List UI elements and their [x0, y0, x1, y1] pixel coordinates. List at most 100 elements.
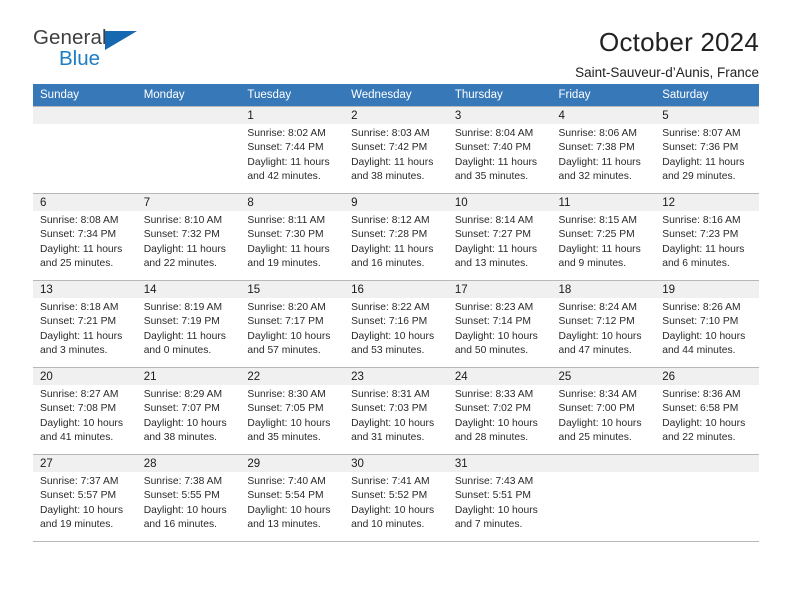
daylight-text: Daylight: 10 hours: [143, 417, 227, 429]
calendar-day-cell[interactable]: 12 Sunrise: 8:16 AM Sunset: 7:23 PM Dayligh…: [655, 193, 759, 281]
day-details: Sunrise: 8:08 AM Sunset: 7:34 PM Daylight:…: [33, 211, 137, 272]
sunrise-text: Sunrise: 8:04 AM: [454, 128, 534, 139]
calendar-day-cell[interactable]: 23 Sunrise: 8:31 AM Sunset: 7:03 PM Dayligh…: [344, 367, 448, 455]
calendar-day-cell[interactable]: 21 Sunrise: 8:29 AM Sunset: 7:07 PM Dayligh…: [136, 367, 241, 455]
calendar-day-cell[interactable]: 26 Sunrise: 8:36 AM Sunset: 6:58 PM Dayligh…: [655, 367, 759, 455]
sunrise-text: Sunrise: 8:10 AM: [143, 215, 223, 226]
calendar-day-cell[interactable]: 17 Sunrise: 8:23 AM Sunset: 7:14 PM Dayligh…: [447, 280, 552, 368]
day-number: 29: [240, 455, 345, 472]
calendar-day-cell[interactable]: 31 Sunrise: 7:43 AM Sunset: 5:51 PM Dayligh…: [447, 454, 552, 542]
daylight-text: Daylight: 10 hours: [143, 504, 227, 516]
sunrise-text: Sunrise: 8:08 AM: [40, 215, 119, 226]
day-details: Sunrise: 8:34 AM Sunset: 7:00 PM Daylight:…: [552, 385, 656, 446]
sunrise-text: Sunrise: 7:38 AM: [143, 476, 223, 487]
daylight-text: and 9 minutes.: [558, 258, 627, 270]
day-number: 3: [447, 107, 552, 124]
sunrise-text: Sunrise: 8:23 AM: [454, 302, 534, 313]
sunset-text: Sunset: 5:55 PM: [143, 490, 220, 502]
day-details: Sunrise: 7:40 AM Sunset: 5:54 PM Daylight:…: [240, 472, 344, 533]
sunset-text: Sunset: 7:10 PM: [662, 316, 739, 328]
day-cell-inner: 10 Sunrise: 8:14 AM Sunset: 7:27 PM Dayligh…: [447, 194, 552, 280]
day-cell-inner: 3 Sunrise: 8:04 AM Sunset: 7:40 PM Daylight…: [447, 107, 552, 193]
calendar-day-cell[interactable]: 1 Sunrise: 8:02 AM Sunset: 7:44 PM Daylight…: [240, 106, 345, 194]
calendar-day-cell[interactable]: 18 Sunrise: 8:24 AM Sunset: 7:12 PM Dayligh…: [551, 280, 656, 368]
daylight-text: and 25 minutes.: [40, 258, 114, 270]
day-cell-inner: 1 Sunrise: 8:02 AM Sunset: 7:44 PM Daylight…: [240, 107, 345, 193]
daylight-text: Daylight: 10 hours: [454, 504, 538, 516]
daylight-text: and 22 minutes.: [662, 432, 736, 444]
sunset-text: Sunset: 7:05 PM: [247, 403, 324, 415]
calendar-day-cell[interactable]: 3 Sunrise: 8:04 AM Sunset: 7:40 PM Daylight…: [447, 106, 552, 194]
calendar-day-cell[interactable]: 10 Sunrise: 8:14 AM Sunset: 7:27 PM Dayligh…: [447, 193, 552, 281]
daylight-text: and 57 minutes.: [247, 345, 321, 357]
calendar-day-cell[interactable]: 14 Sunrise: 8:19 AM Sunset: 7:19 PM Dayligh…: [136, 280, 241, 368]
day-cell-inner: 13 Sunrise: 8:18 AM Sunset: 7:21 PM Dayligh…: [33, 281, 137, 367]
sunset-text: Sunset: 7:25 PM: [558, 229, 635, 241]
calendar-day-cell[interactable]: 2 Sunrise: 8:03 AM Sunset: 7:42 PM Daylight…: [344, 106, 448, 194]
sunrise-text: Sunrise: 8:18 AM: [40, 302, 119, 313]
calendar-day-cell[interactable]: 7 Sunrise: 8:10 AM Sunset: 7:32 PM Daylight…: [136, 193, 241, 281]
day-cell-inner: 24 Sunrise: 8:33 AM Sunset: 7:02 PM Dayligh…: [447, 368, 552, 454]
day-cell-inner: 28 Sunrise: 7:38 AM Sunset: 5:55 PM Dayligh…: [136, 455, 241, 541]
sunset-text: Sunset: 7:36 PM: [662, 142, 739, 154]
day-details: Sunrise: 8:31 AM Sunset: 7:03 PM Daylight:…: [344, 385, 448, 446]
calendar-day-cell[interactable]: 13 Sunrise: 8:18 AM Sunset: 7:21 PM Dayligh…: [33, 280, 137, 368]
daylight-text: Daylight: 11 hours: [454, 243, 538, 255]
calendar-day-cell[interactable]: 22 Sunrise: 8:30 AM Sunset: 7:05 PM Dayligh…: [240, 367, 345, 455]
daylight-text: and 50 minutes.: [454, 345, 529, 357]
day-number: 7: [136, 194, 241, 211]
day-details: Sunrise: 8:10 AM Sunset: 7:32 PM Daylight:…: [137, 211, 241, 272]
calendar-day-cell-empty: [551, 454, 656, 542]
daylight-text: and 3 minutes.: [40, 345, 108, 357]
day-number: 8: [240, 194, 345, 211]
calendar-day-cell[interactable]: 15 Sunrise: 8:20 AM Sunset: 7:17 PM Dayligh…: [240, 280, 345, 368]
calendar-day-cell[interactable]: 8 Sunrise: 8:11 AM Sunset: 7:30 PM Daylight…: [240, 193, 345, 281]
calendar-day-cell[interactable]: 6 Sunrise: 8:08 AM Sunset: 7:34 PM Daylight…: [33, 193, 137, 281]
calendar-day-cell[interactable]: 25 Sunrise: 8:34 AM Sunset: 7:00 PM Dayligh…: [551, 367, 656, 455]
general-blue-logo[interactable]: General Blue: [33, 26, 153, 78]
calendar-day-cell[interactable]: 5 Sunrise: 8:07 AM Sunset: 7:36 PM Daylight…: [655, 106, 759, 194]
calendar-header-row: Sunday Monday Tuesday Wednesday Thursday Frid…: [33, 84, 759, 107]
daylight-text: Daylight: 10 hours: [351, 417, 435, 429]
calendar-day-cell[interactable]: 30 Sunrise: 7:41 AM Sunset: 5:52 PM Dayligh…: [344, 454, 448, 542]
calendar-day-cell[interactable]: 4 Sunrise: 8:06 AM Sunset: 7:38 PM Daylight…: [551, 106, 656, 194]
calendar-body: 1 Sunrise: 8:02 AM Sunset: 7:44 PM Daylight…: [33, 106, 759, 542]
calendar-day-cell[interactable]: 27 Sunrise: 7:37 AM Sunset: 5:57 PM Dayligh…: [33, 454, 137, 542]
sunset-text: Sunset: 7:00 PM: [558, 403, 635, 415]
day-cell-inner: 7 Sunrise: 8:10 AM Sunset: 7:32 PM Daylight…: [136, 194, 241, 280]
sunrise-text: Sunrise: 8:02 AM: [247, 128, 326, 139]
daylight-text: and 22 minutes.: [143, 258, 217, 270]
sunrise-text: Sunrise: 8:14 AM: [454, 215, 534, 226]
sunset-text: Sunset: 7:16 PM: [351, 316, 428, 328]
day-cell-inner: 16 Sunrise: 8:22 AM Sunset: 7:16 PM Dayligh…: [344, 281, 448, 367]
day-cell-inner: 20 Sunrise: 8:27 AM Sunset: 7:08 PM Dayligh…: [33, 368, 137, 454]
day-number: 23: [344, 368, 448, 385]
day-details: Sunrise: 8:20 AM Sunset: 7:17 PM Daylight:…: [240, 298, 344, 359]
calendar-day-cell[interactable]: 11 Sunrise: 8:15 AM Sunset: 7:25 PM Dayligh…: [551, 193, 656, 281]
calendar-day-cell[interactable]: 29 Sunrise: 7:40 AM Sunset: 5:54 PM Dayligh…: [240, 454, 345, 542]
daylight-text: and 10 minutes.: [351, 519, 425, 531]
day-number: 19: [655, 281, 759, 298]
day-number: 30: [344, 455, 448, 472]
day-cell-inner: [551, 455, 656, 541]
day-cell-inner: 19 Sunrise: 8:26 AM Sunset: 7:10 PM Dayligh…: [655, 281, 759, 367]
weekday-header-wednesday: Wednesday: [344, 84, 448, 107]
day-number: 18: [551, 281, 656, 298]
sunset-text: Sunset: 7:14 PM: [454, 316, 531, 328]
daylight-text: Daylight: 11 hours: [143, 330, 226, 342]
daylight-text: and 32 minutes.: [558, 171, 632, 183]
daylight-text: Daylight: 10 hours: [662, 330, 746, 342]
calendar-day-cell[interactable]: 24 Sunrise: 8:33 AM Sunset: 7:02 PM Dayligh…: [447, 367, 552, 455]
calendar-table: Sunday Monday Tuesday Wednesday Thursday Frid…: [33, 84, 759, 542]
sunrise-text: Sunrise: 8:07 AM: [662, 128, 741, 139]
daylight-text: Daylight: 10 hours: [351, 330, 435, 342]
calendar-day-cell[interactable]: 9 Sunrise: 8:12 AM Sunset: 7:28 PM Daylight…: [344, 193, 448, 281]
calendar-week-row: 27 Sunrise: 7:37 AM Sunset: 5:57 PM Dayligh…: [33, 454, 759, 542]
day-number: 14: [136, 281, 241, 298]
calendar-day-cell[interactable]: 20 Sunrise: 8:27 AM Sunset: 7:08 PM Dayligh…: [33, 367, 137, 455]
day-cell-inner: 21 Sunrise: 8:29 AM Sunset: 7:07 PM Dayligh…: [136, 368, 241, 454]
calendar-day-cell[interactable]: 19 Sunrise: 8:26 AM Sunset: 7:10 PM Dayligh…: [655, 280, 759, 368]
calendar-day-cell[interactable]: 16 Sunrise: 8:22 AM Sunset: 7:16 PM Dayligh…: [344, 280, 448, 368]
daylight-text: and 13 minutes.: [247, 519, 321, 531]
calendar-day-cell[interactable]: 28 Sunrise: 7:38 AM Sunset: 5:55 PM Dayligh…: [136, 454, 241, 542]
